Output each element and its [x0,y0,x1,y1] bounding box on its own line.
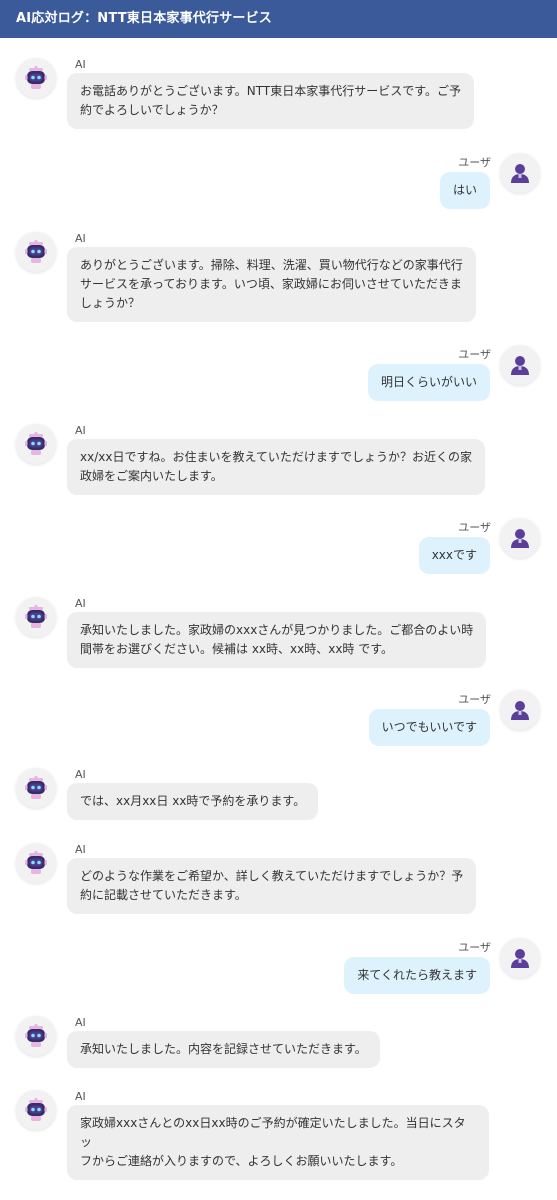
message-sender: AI [75,1016,86,1029]
message-sender: ユーザ [458,156,491,169]
robot-icon [16,843,56,883]
page-title: AI応対ログ：NTT東日本家事代行サービス [16,11,273,26]
robot-icon [16,424,56,464]
message-bubble: xxxです [418,537,490,574]
robot-icon [16,58,56,98]
message-bubble: ありがとうございます。掃除、料理、洗濯、買い物代行などの家事代行 サービスを承っ… [67,247,476,322]
person-icon [500,345,540,385]
message-sender: ユーザ [458,941,491,954]
message-sender: AI [75,232,86,245]
message-bubble: 承知いたしました。内容を記録させていただきます。 [67,1031,380,1068]
message-bubble: いつでもいいです [368,709,490,746]
message-bubble: どのような作業をご希望か、詳しく教えていただけますでしょうか？予 約に記載させて… [67,858,477,914]
message-sender: AI [75,58,86,71]
message-bubble: では、xx月xx日 xx時で予約を承ります。 [67,783,319,820]
message-sender: AI [75,768,86,781]
chat-log: AI お電話ありがとうございます。NTT東日本家事代行サービスです。ご予 約でよ… [0,38,557,1200]
message-sender: AI [75,424,86,437]
message-bubble: 明日くらいがいい [367,364,490,401]
robot-icon [16,768,56,808]
message-sender: AI [75,597,86,610]
person-icon [500,153,540,193]
robot-icon [16,1090,56,1130]
message-sender: ユーザ [458,521,491,534]
page-header: AI応対ログ：NTT東日本家事代行サービス [0,0,557,38]
robot-icon [16,1016,56,1056]
message-sender: AI [75,843,86,856]
message-sender: AI [75,1090,86,1103]
message-sender: ユーザ [458,348,491,361]
person-icon [500,938,540,978]
message-sender: ユーザ [458,693,491,706]
message-bubble: xx/xx日ですね。お住まいを教えていただけますでしょうか？お近くの家 政婦をご… [67,439,485,495]
message-bubble: はい [439,172,490,209]
message-bubble: 来てくれたら教えます [344,957,490,994]
message-bubble: 家政婦xxxさんとのxx日xx時のご予約が確定いたしました。当日にスタッ フから… [67,1105,489,1180]
message-bubble: お電話ありがとうございます。NTT東日本家事代行サービスです。ご予 約でよろしい… [67,73,475,129]
person-icon [500,690,540,730]
robot-icon [16,597,56,637]
person-icon [500,518,540,558]
robot-icon [16,232,56,272]
message-bubble: 承知いたしました。家政婦のxxxさんが見つかりました。ご都合のよい時 間帯をお選… [67,612,487,668]
